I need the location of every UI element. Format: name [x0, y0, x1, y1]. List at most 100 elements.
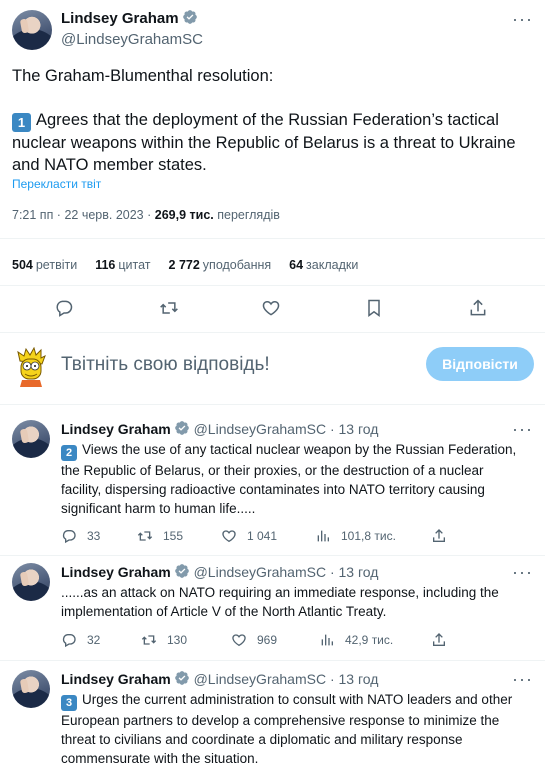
reply-tweet[interactable]: Lindsey Graham @LindseyGrahamSC · 13 год… — [0, 563, 545, 658]
translate-link[interactable]: Перекласти твіт — [12, 177, 101, 191]
share-icon[interactable] — [431, 632, 447, 648]
tweet-item-1-text: Agrees that the deployment of the Russia… — [12, 111, 516, 174]
tweet-text: The Graham-Blumenthal resolution: 1 Agree… — [12, 65, 534, 176]
retweet-icon — [137, 531, 153, 541]
reply-header: Lindsey Graham @LindseyGrahamSC · 13 год — [61, 670, 378, 687]
bookmarks-label: закладки — [306, 258, 359, 272]
tweet-actions — [0, 294, 545, 324]
divider — [0, 660, 545, 661]
keycap-two-icon: 2 — [61, 445, 77, 461]
author-avatar[interactable] — [12, 670, 50, 708]
verified-badge-icon — [174, 671, 189, 685]
author-handle[interactable]: @LindseyGrahamSC · 13 год — [194, 564, 379, 580]
bookmarks-count: 64 — [289, 258, 304, 272]
reply-actions: 32 130 969 42,9 тис. — [61, 632, 461, 652]
views-count: 101,8 тис. — [341, 529, 396, 543]
bookmark-icon[interactable] — [360, 294, 388, 322]
likes-stat[interactable]: 2 772 уподобання — [169, 258, 272, 272]
retweet-count: 130 — [167, 633, 188, 647]
more-dots-icon[interactable]: ··· — [512, 420, 533, 438]
reply-icon[interactable] — [50, 294, 78, 322]
keycap-three-icon: 3 — [61, 695, 77, 711]
heart-icon — [232, 634, 246, 647]
divider — [0, 285, 545, 286]
heart-icon[interactable] — [257, 294, 285, 322]
author-handle[interactable]: @LindseyGrahamSC · 13 год — [194, 421, 379, 437]
retweet-count-button[interactable]: 155 — [137, 528, 183, 544]
keycap-one-icon: 1 — [12, 113, 31, 132]
like-count: 969 — [257, 633, 278, 647]
retweet-icon — [141, 635, 157, 645]
author-handle[interactable]: @LindseyGrahamSC · 13 год — [194, 671, 379, 687]
reply-text: 2 Views the use of any tactical nuclear w… — [61, 440, 526, 518]
engagement-stats: 504 ретвіти 116 цитат 2 772 уподобання 64 за… — [12, 258, 358, 272]
author-name[interactable]: Lindsey Graham — [61, 671, 171, 687]
verified-badge-icon — [182, 10, 197, 24]
reply-text-body: Urges the current administration to cons… — [61, 692, 513, 766]
quotes-label: цитат — [118, 258, 151, 272]
reply-icon — [62, 530, 76, 544]
author-handle[interactable]: @LindseyGrahamSC — [61, 31, 203, 48]
retweets-count: 504 — [12, 258, 33, 272]
like-count-button[interactable]: 969 — [231, 632, 277, 648]
author-name[interactable]: Lindsey Graham — [61, 564, 171, 580]
tweet-item-1: 1 Agrees that the deployment of the Russi… — [12, 109, 534, 176]
retweets-label: ретвіти — [35, 258, 78, 272]
like-count-button[interactable]: 1 041 — [221, 528, 277, 544]
share-icon[interactable] — [464, 294, 492, 322]
reply-button[interactable]: Відповісти — [426, 347, 534, 381]
reply-count-button[interactable]: 33 — [61, 528, 100, 544]
reply-input[interactable]: Твітніть свою відповідь! — [61, 354, 270, 376]
verified-badge-icon — [174, 564, 189, 578]
share-icon[interactable] — [431, 528, 447, 544]
more-dots-icon[interactable]: ··· — [512, 563, 533, 581]
likes-label: уподобання — [202, 258, 272, 272]
divider — [0, 404, 545, 405]
retweet-count: 155 — [163, 529, 184, 543]
views-chart-icon — [317, 530, 329, 542]
views-count-button[interactable]: 42,9 тис. — [319, 632, 393, 648]
heart-icon — [222, 530, 236, 543]
like-count: 1 041 — [247, 529, 278, 543]
user-avatar[interactable] — [14, 346, 48, 387]
divider — [0, 332, 545, 333]
reply-actions: 33 155 1 041 101,8 тис. — [61, 528, 461, 548]
divider — [0, 238, 545, 239]
retweet-icon[interactable] — [155, 294, 183, 322]
views-label: переглядів — [217, 208, 280, 222]
reply-text: 3 Urges the current administration to con… — [61, 690, 526, 768]
retweet-count-button[interactable]: 130 — [141, 632, 187, 648]
tweet-meta: 7:21 пп · 22 черв. 2023 · 269,9 тис. пер… — [12, 208, 280, 222]
more-dots-icon[interactable]: ··· — [512, 10, 533, 28]
divider — [0, 555, 545, 556]
reply-header: Lindsey Graham @LindseyGrahamSC · 13 год — [61, 420, 378, 437]
quotes-count: 116 — [95, 258, 116, 272]
tweet-line-1: The Graham-Blumenthal resolution: — [12, 67, 274, 85]
reply-text: ......as an attack on NATO requiring an … — [61, 585, 499, 619]
reply-icon — [62, 634, 76, 648]
likes-count: 2 772 — [168, 258, 200, 272]
author-avatar[interactable] — [12, 563, 50, 601]
author-avatar[interactable] — [12, 10, 52, 50]
views-count: 269,9 тис. — [154, 208, 214, 222]
views-chart-icon — [321, 634, 333, 646]
reply-count: 33 — [87, 529, 101, 543]
author-name-row[interactable]: Lindsey Graham — [61, 9, 198, 27]
views-count: 42,9 тис. — [345, 633, 394, 647]
author-name[interactable]: Lindsey Graham — [61, 421, 171, 437]
author-avatar[interactable] — [12, 420, 50, 458]
bookmarks-stat[interactable]: 64 закладки — [289, 258, 358, 272]
reply-count: 32 — [87, 633, 101, 647]
more-dots-icon[interactable]: ··· — [512, 670, 533, 688]
verified-badge-icon — [174, 421, 189, 435]
reply-count-button[interactable]: 32 — [61, 632, 100, 648]
reply-header: Lindsey Graham @LindseyGrahamSC · 13 год — [61, 563, 378, 580]
reply-tweet[interactable]: Lindsey Graham @LindseyGrahamSC · 13 год… — [0, 670, 545, 768]
author-name[interactable]: Lindsey Graham — [61, 10, 179, 27]
views-count-button[interactable]: 101,8 тис. — [315, 528, 396, 544]
quotes-stat[interactable]: 116 цитат — [95, 258, 150, 272]
reply-text-body: Views the use of any tactical nuclear we… — [61, 442, 517, 516]
reply-tweet[interactable]: Lindsey Graham @LindseyGrahamSC · 13 год… — [0, 420, 545, 560]
retweets-stat[interactable]: 504 ретвіти — [12, 258, 77, 272]
tweet-time[interactable]: 7:21 пп · 22 черв. 2023 · — [12, 208, 151, 222]
